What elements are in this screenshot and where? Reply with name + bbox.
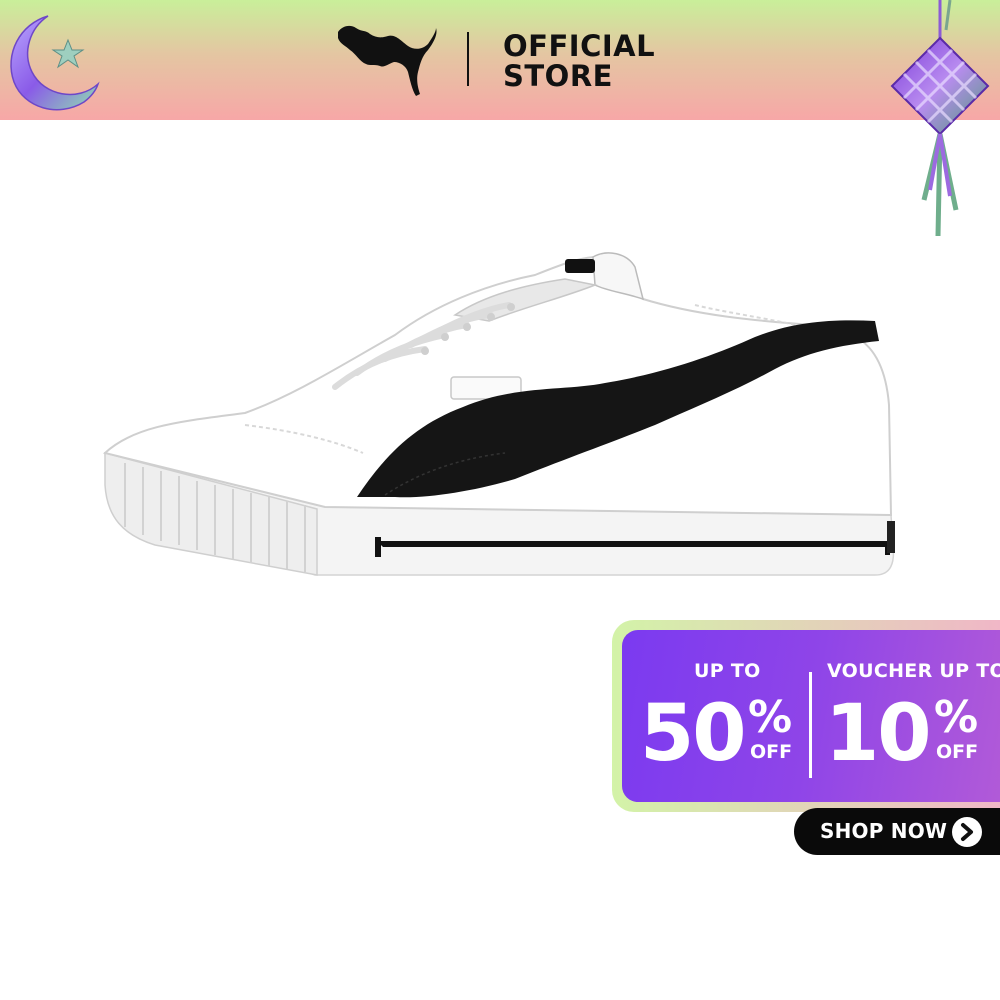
voucher-percent-sign: % [934,692,979,743]
crescent-moon-star-icon [10,15,100,111]
shop-now-button[interactable]: SHOP NOW [794,808,1000,855]
shop-now-label: SHOP NOW [820,819,948,843]
store-label: STORE [503,59,613,93]
promo-banner[interactable]: UP TO 50 % OFF VOUCHER UP TO 10 % OFF [612,620,1000,812]
chevron-right-icon [952,817,982,847]
store-header: OFFICIAL STORE [0,0,1000,120]
voucher-value: 10 [825,689,932,779]
discount-value: 50 [640,689,747,779]
official-label: OFFICIAL [503,29,656,63]
voucher-off-label: OFF [936,741,979,763]
discount-off-label: OFF [750,741,793,763]
voucher-caption: VOUCHER UP TO [827,660,1000,682]
promo-divider [809,672,812,778]
discount-caption: UP TO [694,660,761,682]
discount-percent-sign: % [748,692,793,743]
puma-cat-icon [338,25,437,97]
promo-panel: UP TO 50 % OFF VOUCHER UP TO 10 % OFF [622,630,1000,802]
brand-divider [467,32,469,86]
product-sneaker-image[interactable] [95,245,900,590]
ketupat-icon [890,0,990,237]
